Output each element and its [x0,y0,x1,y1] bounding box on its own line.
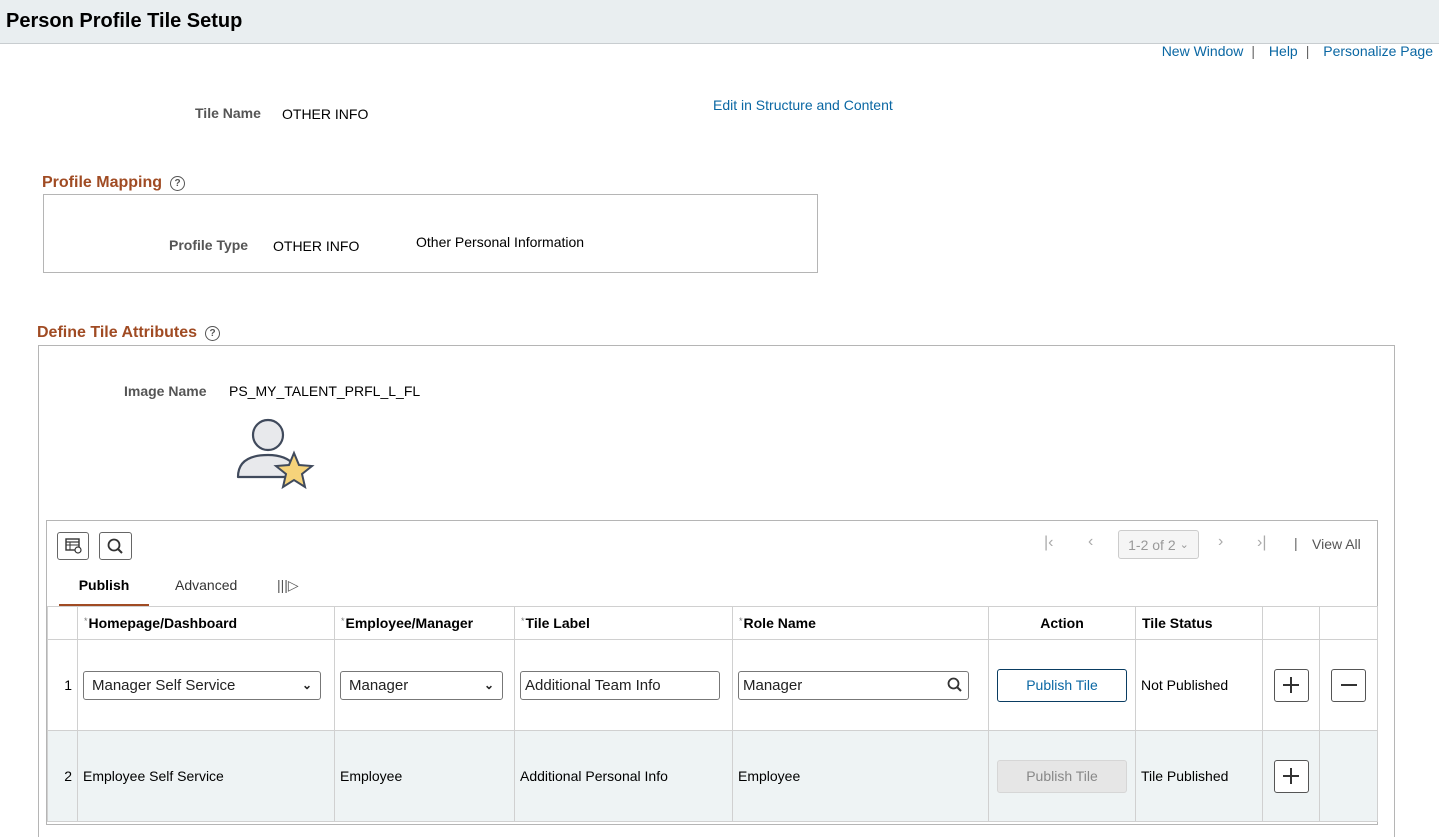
add-row-cell [1262,639,1320,731]
delete-row-button[interactable] [1331,668,1366,702]
row-number: 2 [47,730,78,822]
personalize-page-link[interactable]: Personalize Page [1323,43,1433,59]
person-star-icon [236,418,315,490]
table-row: 1 Manager Self Service ⌄ Manager ⌄ Additio… [47,639,1378,731]
chevron-down-icon: ⌄ [1179,539,1189,551]
edit-structure-content-link[interactable]: Edit in Structure and Content [713,97,893,113]
row-number: 1 [47,639,78,731]
find-in-grid-button[interactable] [99,532,132,560]
page-title: Person Profile Tile Setup [6,10,243,32]
profile-mapping-title: Profile Mapping [42,174,162,191]
show-all-columns-icon[interactable]: |||▷ [277,577,299,594]
column-header-role-name: *Role Name [732,606,989,640]
add-row-button[interactable] [1273,759,1309,793]
table-row: 2 Employee Self Service Employee Additio… [47,730,1378,822]
top-links: New Window | Help | Personalize Page [1162,43,1433,59]
add-column-header [1262,606,1320,640]
profile-type-label: Profile Type [169,237,249,253]
plus-icon [1283,768,1299,784]
search-icon[interactable] [946,676,964,694]
tile-publish-grid: *Homepage/Dashboard *Employee/Manager *T… [47,606,1378,822]
profile-mapping-header: Profile Mapping? [42,174,185,192]
plus-icon [1283,677,1299,693]
help-link[interactable]: Help [1269,43,1298,59]
action-cell: Publish Tile [988,639,1136,731]
grid-header-row: *Homepage/Dashboard *Employee/Manager *T… [47,606,1378,640]
delete-row-cell [1319,639,1378,731]
role-name-input[interactable]: Manager [738,670,969,700]
tile-attributes-header: Define Tile Attributes? [37,324,221,342]
chevron-down-icon: ⌄ [483,678,494,692]
view-all-link[interactable]: View All [1312,536,1361,552]
search-icon [107,538,123,554]
image-name-label: Image Name [124,383,207,399]
new-window-link[interactable]: New Window [1162,43,1244,59]
publish-tile-button[interactable]: Publish Tile [997,668,1127,702]
homepage-select[interactable]: Manager Self Service ⌄ [83,670,321,700]
help-icon[interactable]: ? [170,176,185,191]
employee-manager-select[interactable]: Manager ⌄ [340,670,503,700]
title-bar: Person Profile Tile Setup [0,0,1439,44]
next-page-icon[interactable]: › [1218,533,1223,551]
link-separator: | [1305,43,1310,59]
column-header-tile-status: Tile Status [1135,606,1263,640]
tab-publish-label: Publish [78,577,130,593]
pager-separator: | [1294,535,1298,551]
homepage-cell: Employee Self Service [77,730,335,822]
add-row-cell [1262,730,1320,822]
column-header-tile-label: *Tile Label [514,606,733,640]
role-name-cell: Employee [732,730,989,822]
column-header-homepage: *Homepage/Dashboard [77,606,335,640]
employee-manager-cell: Manager ⌄ [334,639,515,731]
tile-name-label: Tile Name [195,105,261,121]
publish-tile-button-disabled: Publish Tile [997,759,1127,793]
help-icon[interactable]: ? [205,326,221,341]
homepage-cell: Manager Self Service ⌄ [77,639,335,731]
profile-type-description: Other Personal Information [416,234,585,250]
delete-column-header [1319,606,1378,640]
tile-name-value: OTHER INFO [282,106,369,122]
previous-page-icon[interactable]: ‹ [1088,533,1093,551]
page-range-value: 1-2 of 2 [1128,536,1176,553]
tile-status-cell: Tile Published [1135,730,1263,822]
role-name-cell: Manager [732,639,989,731]
row-number-header [47,606,78,640]
column-header-action: Action [988,606,1136,640]
tab-advanced-label: Advanced [175,577,238,593]
tile-label-cell: Additional Team Info [514,639,733,731]
tile-status-cell: Not Published [1135,639,1263,731]
add-row-button[interactable] [1273,668,1309,702]
column-header-employee-manager: *Employee/Manager [334,606,515,640]
first-page-icon[interactable]: |‹ [1044,534,1053,552]
tile-label-cell: Additional Personal Info [514,730,733,822]
delete-row-cell [1319,730,1378,822]
personalize-grid-button[interactable] [57,532,89,560]
link-separator: | [1251,43,1256,59]
tile-label-input[interactable]: Additional Team Info [520,670,720,700]
last-page-icon[interactable]: ›| [1257,534,1266,552]
chevron-down-icon: ⌄ [301,678,312,692]
employee-manager-cell: Employee [334,730,515,822]
grid-settings-icon [65,538,82,554]
tab-advanced[interactable]: Advanced [175,577,237,593]
page-range-select[interactable]: 1-2 of 2 ⌄ [1118,530,1199,559]
profile-type-value: OTHER INFO [273,238,360,254]
tile-attributes-title: Define Tile Attributes [37,324,198,341]
action-cell: Publish Tile [988,730,1136,822]
minus-icon [1340,684,1357,686]
tab-publish[interactable]: Publish [59,575,149,607]
profile-mapping-box: Profile Type OTHER INFO Other Personal I… [43,194,818,273]
image-name-value: PS_MY_TALENT_PRFL_L_FL [229,383,421,399]
